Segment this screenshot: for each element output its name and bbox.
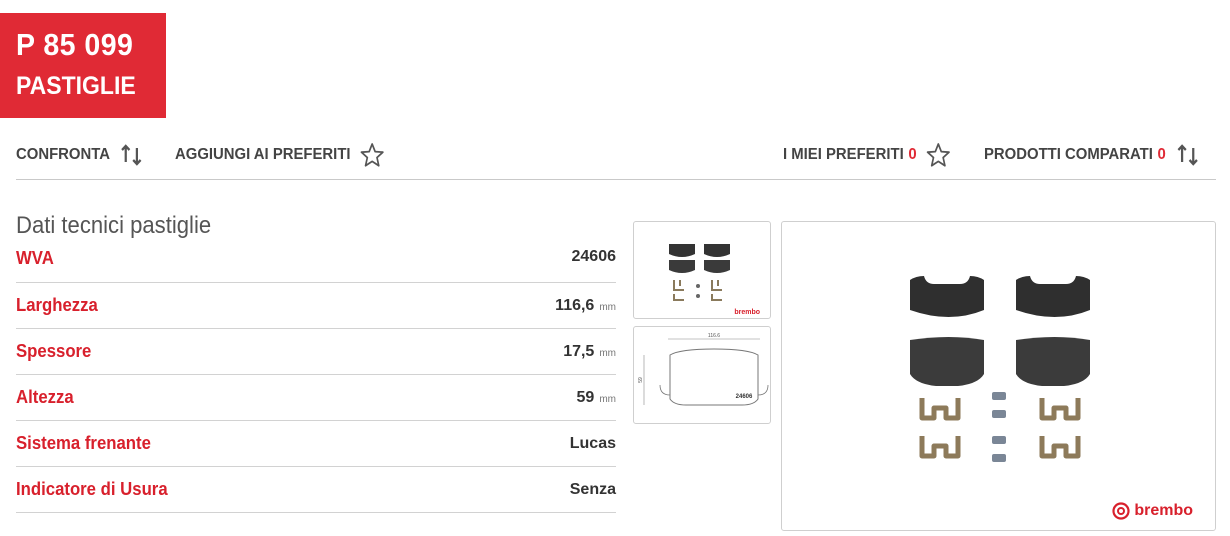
thumbnail-product-photo[interactable]: brembo <box>633 221 771 319</box>
spec-value-text: 59 <box>576 388 595 406</box>
spec-row: Sistema frenante Lucas <box>16 421 616 467</box>
my-favorites-label: I MIEI PREFERITI <box>782 146 904 163</box>
spec-value-text: Lucas <box>569 434 616 452</box>
spec-unit: mm <box>599 347 616 359</box>
spec-row: Indicatore di Usura Senza <box>16 467 616 513</box>
compared-label: PRODOTTI COMPARATI <box>984 146 1154 163</box>
brake-pads-image <box>910 276 1090 462</box>
product-type: PASTIGLIE <box>16 72 136 100</box>
spec-value-text: 24606 <box>571 248 617 265</box>
spec-value-text: Senza <box>569 480 616 498</box>
star-icon <box>926 143 950 167</box>
compared-products-link[interactable]: PRODOTTI COMPARATI 0 <box>984 143 1199 167</box>
brand-logo-small: brembo <box>734 309 760 316</box>
brand-name: brembo <box>1134 502 1193 519</box>
drawing-height-label: 59 <box>638 377 644 383</box>
brembo-logo-icon <box>1112 502 1130 520</box>
favorites-count: 0 <box>908 146 917 163</box>
technical-drawing-image: 116.6 59 24606 <box>638 333 769 406</box>
spec-label: Sistema frenante <box>16 433 151 453</box>
compare-icon <box>1177 144 1198 166</box>
spec-row: Spessore 17,5 mm <box>16 329 616 375</box>
spec-value: Lucas <box>570 435 616 453</box>
spec-row: Altezza 59 mm <box>16 375 616 421</box>
compare-icon <box>121 144 142 166</box>
spec-value: 59 mm <box>577 389 616 407</box>
brake-pads-thumbnail-image: brembo <box>669 244 760 316</box>
spec-value: 116,6 mm <box>555 297 616 315</box>
spec-value: 24606 <box>572 248 617 266</box>
main-product-image[interactable]: brembo <box>781 221 1216 531</box>
spec-label: Larghezza <box>16 295 98 315</box>
product-code: P 85 099 <box>16 27 134 62</box>
my-favorites-link[interactable]: I MIEI PREFERITI 0 <box>783 142 950 168</box>
star-icon <box>360 143 384 167</box>
spec-unit: mm <box>599 301 616 313</box>
spec-value: 17,5 mm <box>563 343 616 361</box>
spec-row: WVA 24606 <box>16 248 616 283</box>
drawing-code-label: 24606 <box>736 394 753 400</box>
product-badge: P 85 099 PASTIGLIE <box>0 13 166 118</box>
action-bar: CONFRONTA AGGIUNGI AI PREFERITI I MIEI P… <box>16 135 1216 180</box>
spec-value: Senza <box>570 481 616 499</box>
spec-value-text: 116,6 <box>555 296 595 314</box>
brand-logo: brembo <box>1112 502 1193 520</box>
spec-row: Larghezza 116,6 mm <box>16 283 616 329</box>
thumbnail-technical-drawing[interactable]: 116.6 59 24606 <box>633 326 771 424</box>
spec-label: WVA <box>16 248 54 268</box>
specs-table: Dati tecnici pastiglie WVA 24606 Larghez… <box>16 212 616 513</box>
add-favorites-button[interactable]: AGGIUNGI AI PREFERITI <box>175 142 384 168</box>
compare-label: CONFRONTA <box>16 146 110 163</box>
drawing-width-label: 116.6 <box>708 333 720 339</box>
spec-label: Altezza <box>16 387 74 407</box>
spec-label: Indicatore di Usura <box>16 479 168 499</box>
spec-value-text: 17,5 <box>563 342 595 360</box>
specs-title: Dati tecnici pastiglie <box>16 212 212 239</box>
compared-count: 0 <box>1158 146 1167 163</box>
spec-unit: mm <box>599 393 616 405</box>
add-favorites-label: AGGIUNGI AI PREFERITI <box>175 146 351 163</box>
spec-label: Spessore <box>16 341 92 361</box>
compare-button[interactable]: CONFRONTA <box>16 143 143 167</box>
